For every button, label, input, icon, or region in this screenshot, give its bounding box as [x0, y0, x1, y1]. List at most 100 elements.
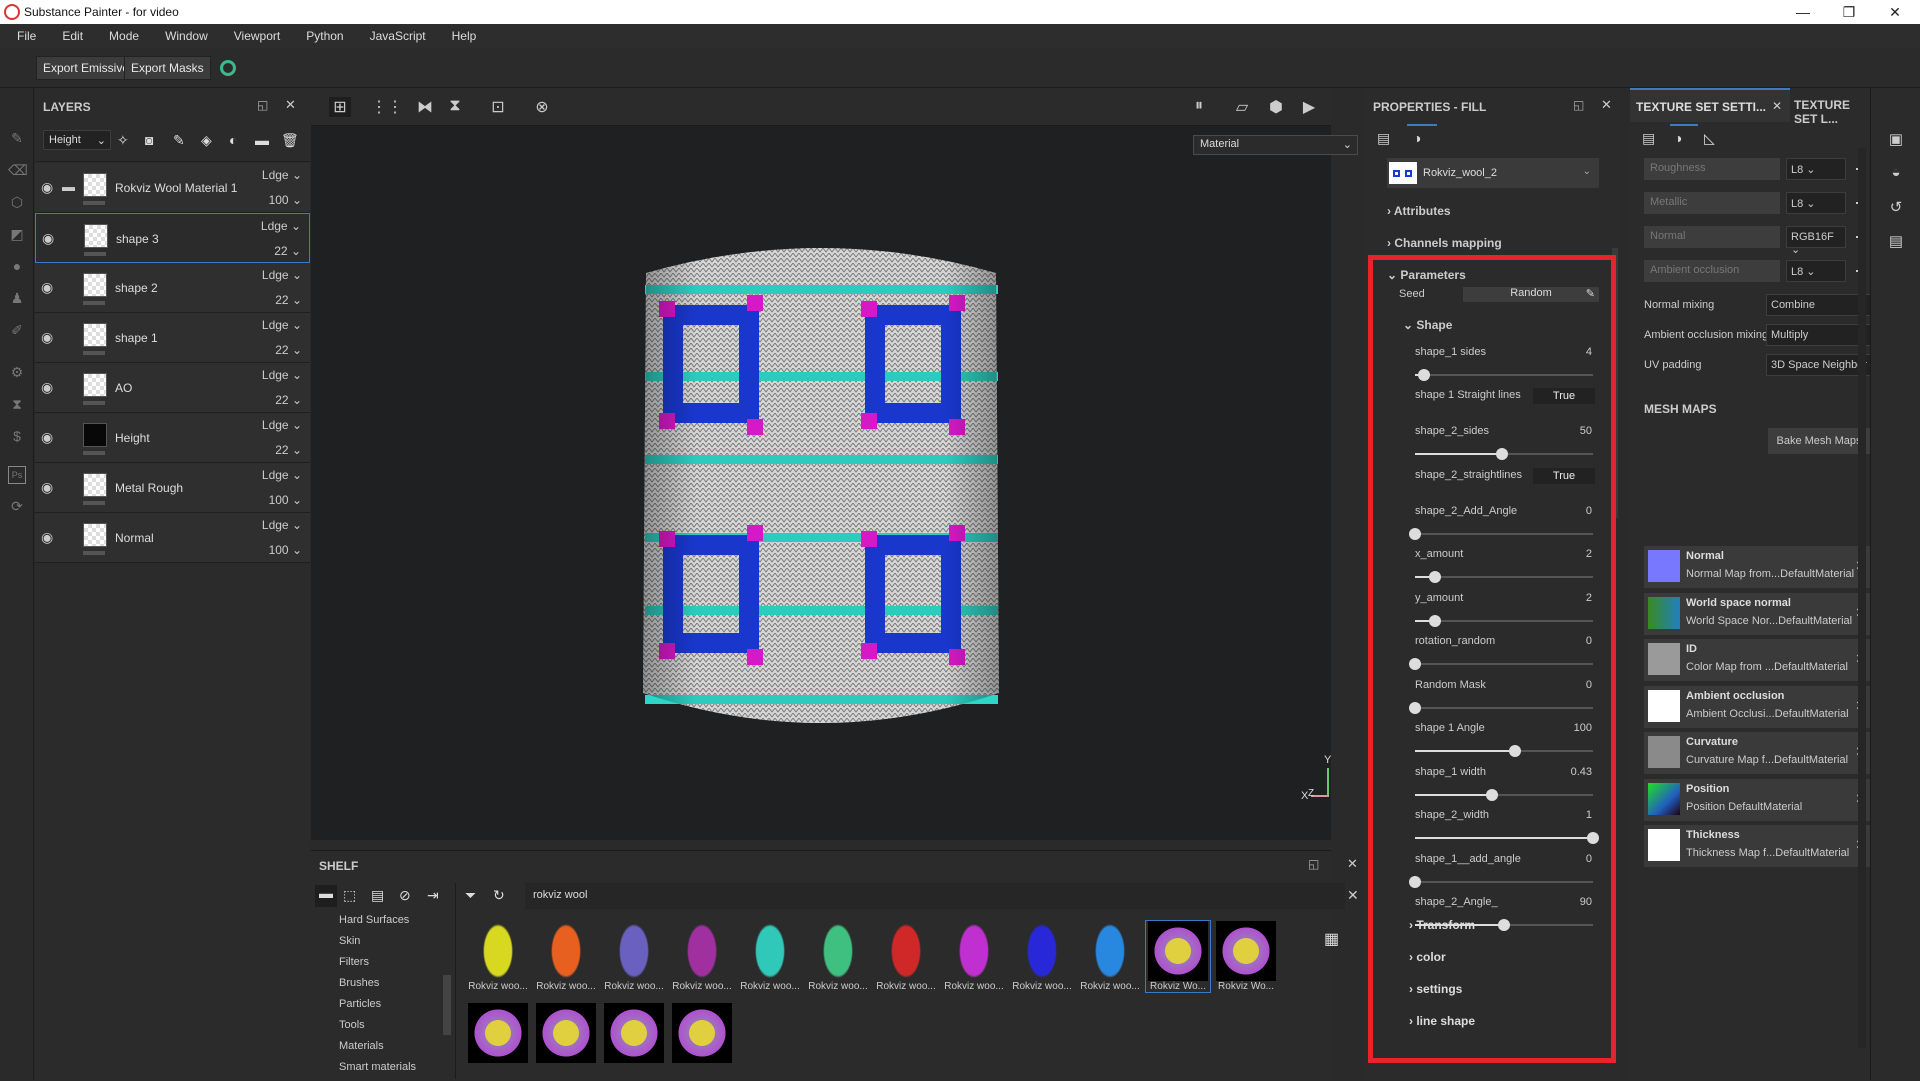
close-shelf-icon[interactable]: ✕ — [1347, 856, 1358, 872]
mesh-map-item[interactable]: Curvature Curvature Map f...DefaultMateri… — [1644, 732, 1870, 774]
grid-mode-icon[interactable]: ⋮⋮ — [371, 97, 403, 117]
close-panel-icon[interactable]: ✕ — [285, 97, 296, 113]
channel-dropdown[interactable]: Height ⌄ — [43, 130, 111, 150]
reset-view-icon[interactable]: ⊗ — [531, 97, 553, 117]
blend-mode-dropdown[interactable]: Ldge ⌄ — [262, 168, 302, 182]
shelf-item[interactable]: Rokviz woo... — [1010, 921, 1074, 992]
menu-window[interactable]: Window — [152, 29, 221, 43]
shelf-item[interactable] — [534, 1003, 598, 1063]
clone-stamp-icon[interactable]: ♟ — [8, 290, 26, 308]
channel-format-dropdown[interactable]: L8 ⌄ — [1786, 158, 1846, 180]
texture-set-scrollbar[interactable] — [1858, 148, 1866, 1048]
substance-icon[interactable]: ⚙ — [8, 364, 26, 382]
add-folder-icon[interactable]: ▬ — [255, 132, 269, 148]
projection-icon[interactable]: ⬡ — [8, 194, 26, 212]
add-smart-material-icon[interactable]: ◐ — [229, 132, 237, 148]
undock-icon[interactable]: ◱ — [1308, 857, 1319, 871]
filter-icon[interactable]: ⏷ — [465, 887, 476, 904]
log-icon[interactable]: ▤ — [1887, 232, 1905, 250]
close-tab-icon[interactable]: ✕ — [1772, 99, 1782, 113]
menu-help[interactable]: Help — [439, 29, 490, 43]
blend-mode-dropdown[interactable]: Ldge ⌄ — [262, 268, 302, 282]
menu-javascript[interactable]: JavaScript — [357, 29, 439, 43]
visibility-eye-icon[interactable]: ◉ — [42, 230, 54, 247]
display-settings-icon[interactable]: ▣ — [1887, 130, 1905, 148]
channel-format-dropdown[interactable]: RGB16F ⌄ — [1786, 226, 1846, 256]
category-scrollbar[interactable] — [443, 975, 451, 1035]
shelf-category[interactable]: Brushes — [311, 974, 451, 995]
camera-icon[interactable]: ▶ — [1298, 97, 1320, 117]
add-fill-layer-icon[interactable]: ◈ — [201, 132, 212, 149]
layer-row[interactable]: ◉ Height Ldge ⌄ 22 ⌄ — [35, 413, 310, 463]
shelf-category[interactable]: Skin — [311, 932, 451, 953]
clear-search-icon[interactable]: ✕ — [1347, 887, 1359, 904]
blend-mode-dropdown[interactable]: Ldge ⌄ — [262, 418, 302, 432]
plugin-status-icon[interactable] — [220, 60, 236, 76]
blend-mode-dropdown[interactable]: Ldge ⌄ — [262, 368, 302, 382]
opacity-dropdown[interactable]: 22 ⌄ — [275, 293, 302, 307]
shelf-category[interactable]: Particles — [311, 995, 451, 1016]
settings-tab-icon[interactable]: ▤ — [1377, 130, 1390, 147]
close-panel-icon[interactable]: ✕ — [1601, 97, 1612, 113]
visibility-eye-icon[interactable]: ◉ — [41, 279, 53, 296]
substance-share-icon[interactable]: $ — [8, 428, 26, 446]
settings-tab-icon[interactable]: ▤ — [1642, 130, 1655, 147]
mesh-map-item[interactable]: PositionPosition DefaultMaterial✕ — [1644, 778, 1870, 821]
shelf-item[interactable]: Rokviz woo... — [670, 921, 734, 992]
shelf-item[interactable]: Rokviz Wo... — [1145, 920, 1211, 993]
mesh-map-item[interactable]: Thickness Thickness Map f...DefaultMateri… — [1644, 825, 1870, 867]
add-effect-icon[interactable]: ✧ — [117, 132, 129, 149]
menu-viewport[interactable]: Viewport — [221, 29, 293, 43]
shader-settings-icon[interactable]: ◒ — [1887, 164, 1905, 182]
shelf-item[interactable]: Rokviz Wo... — [1214, 921, 1278, 992]
attributes-section[interactable]: › Attributes — [1387, 204, 1451, 218]
layer-row[interactable]: ◉ AO Ldge ⌄ 22 ⌄ — [35, 363, 310, 413]
menu-mode[interactable]: Mode — [96, 29, 152, 43]
bake-mesh-maps-button[interactable]: Bake Mesh Maps — [1768, 428, 1870, 454]
opacity-dropdown[interactable]: 100 ⌄ — [269, 493, 302, 507]
layer-row[interactable]: ◉ shape 1 Ldge ⌄ 22 ⌄ — [35, 313, 310, 363]
mesh-map-item[interactable]: Ambient occlusion Ambient Occlusi...Defau… — [1644, 685, 1870, 728]
opacity-dropdown[interactable]: 22 ⌄ — [275, 343, 302, 357]
display-mode-dropdown[interactable]: Material ⌄ — [1193, 135, 1358, 155]
menu-file[interactable]: File — [4, 29, 49, 43]
hide-icon[interactable]: ⊘ — [399, 887, 411, 904]
close-window-button[interactable]: ✕ — [1872, 0, 1918, 24]
shelf-item[interactable]: Rokviz woo... — [1078, 921, 1142, 992]
shelf-item[interactable] — [670, 1003, 734, 1063]
export-masks-button[interactable]: Export Masks — [124, 56, 211, 80]
shelf-item[interactable]: Rokviz woo... — [806, 921, 870, 992]
grid-view-icon[interactable]: ▦ — [1324, 929, 1339, 949]
color-picker-icon[interactable]: ✐ — [8, 322, 26, 340]
history-icon[interactable]: ↺ — [1887, 198, 1905, 216]
photoshop-icon[interactable]: Ps — [8, 466, 26, 484]
opacity-dropdown[interactable]: 22 ⌄ — [275, 443, 302, 457]
folder-icon[interactable]: ▬ — [315, 885, 337, 907]
undock-icon[interactable]: ◱ — [257, 98, 268, 112]
chevron-down-icon[interactable]: ⌄ — [1583, 166, 1591, 177]
visibility-eye-icon[interactable]: ◉ — [41, 179, 53, 196]
refresh-icon[interactable]: ↻ — [493, 887, 505, 904]
delete-layer-icon[interactable]: 🗑 — [281, 132, 299, 149]
opacity-dropdown[interactable]: 22 ⌄ — [274, 244, 301, 258]
shelf-category[interactable]: Filters — [311, 953, 451, 974]
channels-mapping-section[interactable]: › Channels mapping — [1387, 236, 1502, 250]
resource-selector[interactable]: Rokviz_wool_2 ⌄ — [1387, 158, 1599, 188]
menu-python[interactable]: Python — [293, 29, 356, 43]
mesh-map-item[interactable]: IDColor Map from ...DefaultMaterial✕ — [1644, 639, 1870, 681]
viewport[interactable]: ⊞ ⋮⋮ ⧓ ⧗ ⊡ ⊗ ⏸ ▱ ⬢ ▶ Material ⌄ Y X Z — [311, 88, 1358, 840]
add-mask-icon[interactable]: ◙ — [145, 132, 153, 148]
symmetry-y-icon[interactable]: ⧗ — [444, 97, 466, 117]
shelf-search-input[interactable]: rokviz wool — [525, 883, 1345, 909]
sync-icon[interactable]: ⟳ — [8, 498, 26, 516]
opacity-dropdown[interactable]: 22 ⌄ — [275, 393, 302, 407]
material-tab-icon[interactable]: ◑ — [1413, 130, 1421, 146]
shelf-item[interactable] — [466, 1003, 530, 1063]
shelf-item[interactable]: Rokviz woo... — [738, 921, 802, 992]
blend-mode-dropdown[interactable]: Ldge ⌄ — [262, 318, 302, 332]
visibility-eye-icon[interactable]: ◉ — [41, 329, 53, 346]
perspective-icon[interactable]: ▱ — [1231, 97, 1253, 117]
shelf-item[interactable]: Rokviz woo... — [466, 921, 530, 992]
visibility-eye-icon[interactable]: ◉ — [41, 429, 53, 446]
visibility-eye-icon[interactable]: ◉ — [41, 379, 53, 396]
